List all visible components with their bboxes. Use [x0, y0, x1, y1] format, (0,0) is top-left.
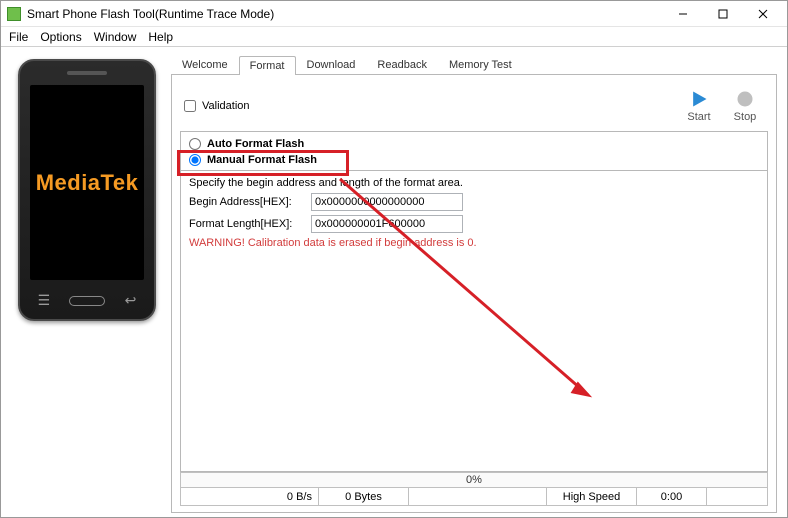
status-time: 0:00 — [637, 488, 707, 505]
radio-manual-format[interactable]: Manual Format Flash — [189, 154, 759, 166]
tab-memory-test[interactable]: Memory Test — [438, 55, 523, 74]
tab-readback[interactable]: Readback — [366, 55, 438, 74]
radio-manual-format-input[interactable] — [189, 154, 201, 166]
progress-bar: 0% — [180, 472, 768, 488]
radio-auto-format-label: Auto Format Flash — [207, 138, 304, 150]
status-gap — [409, 488, 547, 505]
phone-brand-label: MediaTek — [36, 170, 139, 196]
tab-download[interactable]: Download — [296, 55, 367, 74]
stop-button-label: Stop — [734, 111, 757, 123]
window-title: Smart Phone Flash Tool(Runtime Trace Mod… — [27, 7, 274, 21]
format-mode-group: Auto Format Flash Manual Format Flash — [180, 131, 768, 171]
stop-icon — [735, 89, 755, 109]
tab-bar: Welcome Format Download Readback Memory … — [171, 53, 777, 75]
maximize-button[interactable] — [703, 2, 743, 26]
title-bar: Smart Phone Flash Tool(Runtime Trace Mod… — [1, 1, 787, 27]
fields-description: Specify the begin address and length of … — [189, 177, 759, 189]
menu-window[interactable]: Window — [94, 30, 137, 44]
format-length-row: Format Length[HEX]: — [189, 215, 759, 233]
status-rate: 0 B/s — [181, 488, 319, 505]
format-tab-page: Validation Start Stop Auto Format Flash — [171, 75, 777, 513]
radio-auto-format[interactable]: Auto Format Flash — [189, 138, 759, 150]
menu-bar: File Options Window Help — [1, 27, 787, 47]
radio-auto-format-input[interactable] — [189, 138, 201, 150]
status-bytes: 0 Bytes — [319, 488, 409, 505]
start-button[interactable]: Start — [676, 89, 722, 123]
back-softkey-icon: ↩ — [125, 292, 137, 309]
play-icon — [689, 89, 709, 109]
minimize-button[interactable] — [663, 2, 703, 26]
start-button-label: Start — [687, 111, 710, 123]
menu-options[interactable]: Options — [40, 30, 81, 44]
status-bar: 0 B/s 0 Bytes High Speed 0:00 — [180, 488, 768, 506]
status-empty — [707, 488, 767, 505]
menu-help[interactable]: Help — [148, 30, 173, 44]
menu-file[interactable]: File — [9, 30, 28, 44]
begin-address-input[interactable] — [311, 193, 463, 211]
phone-nav-buttons: ☰ ↩ — [20, 288, 154, 319]
format-length-input[interactable] — [311, 215, 463, 233]
tab-welcome[interactable]: Welcome — [171, 55, 239, 74]
format-fields-group: Specify the begin address and length of … — [180, 171, 768, 472]
radio-manual-format-label: Manual Format Flash — [207, 154, 317, 166]
begin-address-label: Begin Address[HEX]: — [189, 196, 305, 208]
device-preview-pane: MediaTek ☰ ↩ — [1, 47, 171, 517]
tab-format[interactable]: Format — [239, 56, 296, 75]
validation-checkbox[interactable]: Validation — [184, 100, 250, 112]
menu-softkey-icon: ☰ — [38, 292, 51, 309]
validation-checkbox-input[interactable] — [184, 100, 196, 112]
begin-address-row: Begin Address[HEX]: — [189, 193, 759, 211]
format-warning-text: WARNING! Calibration data is erased if b… — [189, 237, 759, 249]
close-button[interactable] — [743, 2, 783, 26]
progress-percent: 0% — [466, 474, 482, 486]
stop-button[interactable]: Stop — [722, 89, 768, 123]
home-softkey-icon — [69, 296, 105, 306]
status-mode: High Speed — [547, 488, 637, 505]
phone-graphic: MediaTek ☰ ↩ — [18, 59, 156, 321]
bottom-bars: 0% 0 B/s 0 Bytes High Speed 0:00 — [180, 472, 768, 506]
app-icon — [7, 7, 21, 21]
phone-screen: MediaTek — [30, 85, 144, 280]
format-toolbar: Validation Start Stop — [180, 81, 768, 131]
format-length-label: Format Length[HEX]: — [189, 218, 305, 230]
validation-label: Validation — [202, 100, 250, 112]
phone-speaker — [67, 71, 107, 75]
